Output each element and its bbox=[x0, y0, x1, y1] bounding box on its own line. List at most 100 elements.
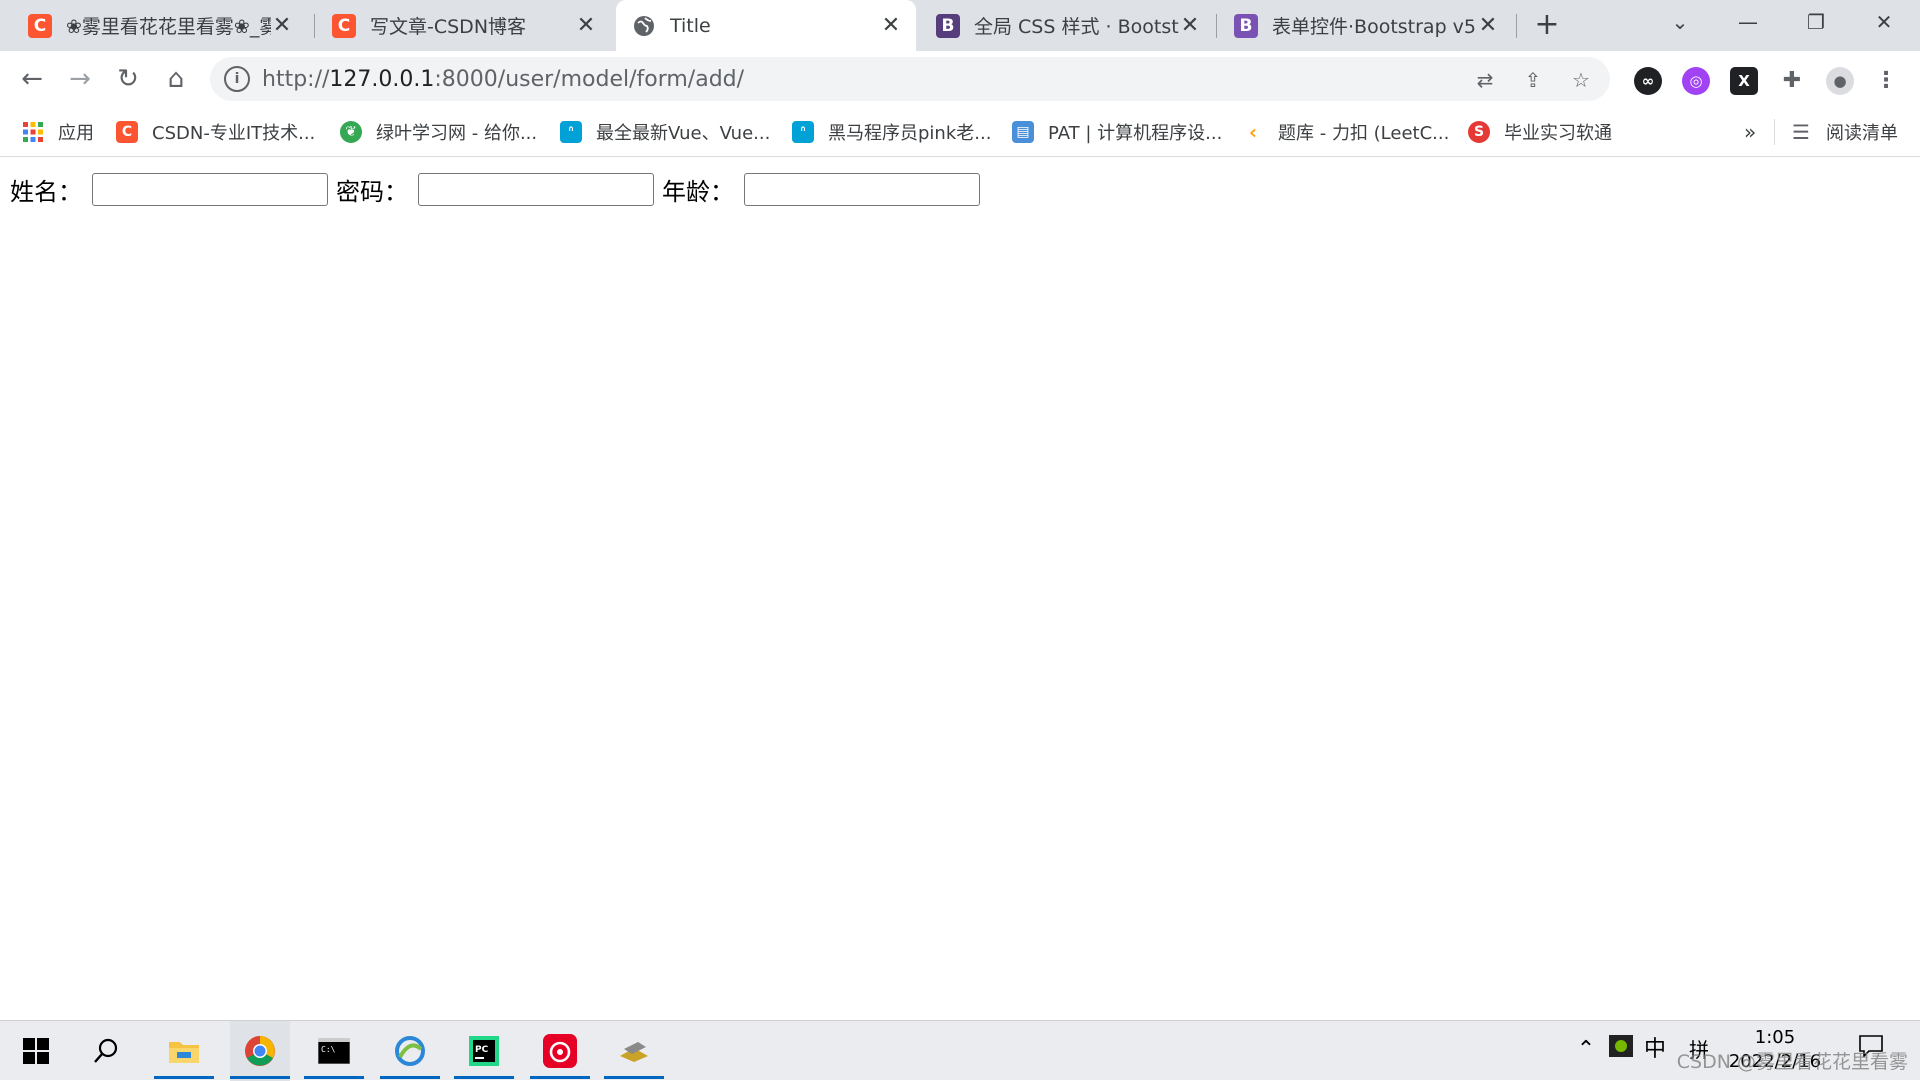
terminal-icon[interactable]: C:\ bbox=[304, 1021, 364, 1081]
pycharm-icon[interactable]: PC bbox=[454, 1021, 514, 1081]
tab-title: 写文章-CSDN博客 bbox=[370, 16, 527, 38]
tab-title: 全局 CSS 样式 · Bootstrap bbox=[974, 16, 1179, 38]
site-info-icon[interactable]: i bbox=[224, 66, 250, 92]
windows-taskbar: C:\ PC ⌃ 中 拼 1:05 2022/2/16 bbox=[0, 1020, 1920, 1081]
menu-kebab-icon[interactable]: ⋮ bbox=[1872, 67, 1900, 95]
profile-avatar-icon[interactable]: ● bbox=[1826, 67, 1854, 95]
tab-5[interactable]: B 表单控件·Bootstrap v5.1 ✕ bbox=[1218, 0, 1513, 51]
password-input[interactable] bbox=[418, 173, 654, 206]
bookmark-label: 绿叶学习网 - 给你... bbox=[376, 123, 538, 144]
tab-4[interactable]: B 全局 CSS 样式 · Bootstrap ✕ bbox=[920, 0, 1215, 51]
bookmark-leetcode[interactable]: ‹ 题库 - 力扣 (LeetC... bbox=[1242, 120, 1449, 144]
csdn-favicon-icon: C bbox=[28, 13, 52, 38]
url-host: 127.0.0.1 bbox=[329, 67, 435, 92]
password-label: 密码： bbox=[336, 178, 408, 206]
bookmark-csdn[interactable]: C CSDN-专业IT技术... bbox=[116, 120, 315, 144]
windows-start-icon[interactable] bbox=[6, 1021, 66, 1081]
tab-title: ❀雾里看花花里看雾❀_雾 bbox=[66, 16, 271, 38]
more-bookmarks-chevron-icon[interactable]: » bbox=[1744, 120, 1756, 144]
netease-music-icon[interactable] bbox=[530, 1021, 590, 1081]
tab-2[interactable]: C 写文章-CSDN博客 ✕ bbox=[316, 0, 611, 51]
extensions-puzzle-icon[interactable]: ✚ bbox=[1778, 67, 1806, 95]
bookmark-label: 黑马程序员pink老... bbox=[828, 123, 992, 144]
bookmarks-divider bbox=[1774, 119, 1775, 145]
close-icon[interactable]: ✕ bbox=[880, 13, 902, 38]
tab-3-active[interactable]: Title ✕ bbox=[616, 0, 916, 51]
tab-1[interactable]: C ❀雾里看花花里看雾❀_雾 ✕ bbox=[12, 0, 307, 51]
bookmark-apps[interactable]: 应用 bbox=[22, 120, 94, 144]
share-icon[interactable]: ⇪ bbox=[1518, 65, 1548, 95]
csdn-watermark: CSDN @雾里看花花里看雾 bbox=[1676, 1051, 1908, 1073]
extension-link-icon[interactable]: ∞ bbox=[1634, 67, 1662, 95]
bookmark-label: 应用 bbox=[58, 123, 94, 144]
reading-list-button[interactable]: ☰ 阅读清单 bbox=[1790, 120, 1898, 144]
bilibili-icon: ᐢ bbox=[792, 121, 814, 143]
minimize-icon[interactable]: — bbox=[1718, 0, 1778, 44]
bootstrap-favicon-icon: B bbox=[936, 13, 960, 38]
csdn-icon: C bbox=[116, 121, 138, 143]
window-close-icon[interactable]: ✕ bbox=[1854, 0, 1914, 44]
bookmark-pink[interactable]: ᐢ 黑马程序员pink老... bbox=[792, 120, 991, 144]
pat-icon: ▤ bbox=[1012, 121, 1034, 143]
tab-search-chevron-down-icon[interactable]: ⌄ bbox=[1650, 0, 1710, 44]
extension-x-icon[interactable]: X bbox=[1730, 67, 1758, 95]
close-icon[interactable]: ✕ bbox=[271, 13, 293, 38]
file-explorer-icon[interactable] bbox=[154, 1021, 214, 1081]
close-icon[interactable]: ✕ bbox=[1477, 13, 1499, 38]
url-scheme: http:// bbox=[262, 67, 330, 92]
bilibili-icon: ᐢ bbox=[560, 121, 582, 143]
name-input[interactable] bbox=[92, 173, 328, 206]
reading-list-label: 阅读清单 bbox=[1826, 123, 1898, 144]
address-bar[interactable]: i http://127.0.0.1:8000/user/model/form/… bbox=[210, 57, 1610, 101]
reload-icon[interactable]: ↻ bbox=[110, 61, 146, 97]
bookmark-star-icon[interactable]: ☆ bbox=[1566, 65, 1596, 95]
apps-grid-icon bbox=[22, 121, 44, 143]
bookmark-label: PAT | 计算机程序设... bbox=[1048, 123, 1223, 144]
bookmark-vue[interactable]: ᐢ 最全最新Vue、Vue... bbox=[560, 120, 770, 144]
bookmark-label: 题库 - 力扣 (LeetC... bbox=[1278, 123, 1450, 144]
edge-icon[interactable] bbox=[380, 1021, 440, 1081]
translate-icon[interactable]: ⇄ bbox=[1470, 65, 1500, 95]
age-label: 年龄： bbox=[662, 178, 734, 206]
user-add-form: 姓名： 密码： 年龄： bbox=[10, 172, 988, 207]
storage-app-icon[interactable] bbox=[604, 1021, 664, 1081]
nvidia-icon[interactable] bbox=[1606, 1035, 1636, 1065]
bookmark-pat[interactable]: ▤ PAT | 计算机程序设... bbox=[1012, 120, 1222, 144]
close-icon[interactable]: ✕ bbox=[575, 13, 597, 38]
bookmark-label: 最全最新Vue、Vue... bbox=[596, 123, 771, 144]
url-text[interactable]: http://127.0.0.1:8000/user/model/form/ad… bbox=[262, 67, 744, 92]
csdn-favicon-icon: C bbox=[332, 13, 356, 38]
tab-separator bbox=[1516, 14, 1517, 38]
bookmark-isoftstone[interactable]: S 毕业实习软通 bbox=[1468, 120, 1612, 144]
restore-icon[interactable]: ❐ bbox=[1786, 0, 1846, 44]
back-arrow-icon[interactable]: ← bbox=[14, 61, 50, 97]
tab-separator bbox=[314, 14, 315, 38]
bootstrap-favicon-icon: B bbox=[1234, 13, 1258, 38]
page-content: 姓名： 密码： 年龄： bbox=[0, 158, 1920, 1020]
tab-title: Title bbox=[670, 14, 711, 37]
browser-toolbar: ← → ↻ ⌂ i http://127.0.0.1:8000/user/mod… bbox=[0, 51, 1920, 107]
reading-list-icon: ☰ bbox=[1792, 120, 1810, 144]
close-icon[interactable]: ✕ bbox=[1179, 13, 1201, 38]
chrome-icon[interactable] bbox=[230, 1021, 290, 1081]
tab-title: 表单控件·Bootstrap v5.1 bbox=[1272, 16, 1477, 38]
new-tab-button[interactable]: + bbox=[1530, 9, 1564, 43]
svg-text:PC: PC bbox=[475, 1045, 489, 1055]
name-label: 姓名： bbox=[10, 178, 82, 206]
home-icon[interactable]: ⌂ bbox=[158, 61, 194, 97]
bookmark-label: 毕业实习软通 bbox=[1504, 123, 1612, 144]
tab-separator bbox=[1216, 14, 1217, 38]
age-input[interactable] bbox=[744, 173, 980, 206]
extension-purple-icon[interactable]: ◎ bbox=[1682, 67, 1710, 95]
leetcode-icon: ‹ bbox=[1248, 120, 1258, 144]
bookmark-leaf[interactable]: ❦ 绿叶学习网 - 给你... bbox=[340, 120, 537, 144]
url-path: :8000/user/model/form/add/ bbox=[434, 67, 745, 92]
svg-text:C:\: C:\ bbox=[321, 1045, 336, 1054]
globe-icon bbox=[632, 14, 656, 38]
ime-language-indicator[interactable]: 中 bbox=[1640, 1035, 1670, 1065]
search-icon[interactable] bbox=[76, 1021, 136, 1081]
tray-chevron-up-icon[interactable]: ⌃ bbox=[1572, 1035, 1600, 1065]
leaf-icon: ❦ bbox=[340, 121, 362, 143]
tab-strip: C ❀雾里看花花里看雾❀_雾 ✕ C 写文章-CSDN博客 ✕ Title ✕ … bbox=[0, 0, 1920, 51]
forward-arrow-icon[interactable]: → bbox=[62, 61, 98, 97]
